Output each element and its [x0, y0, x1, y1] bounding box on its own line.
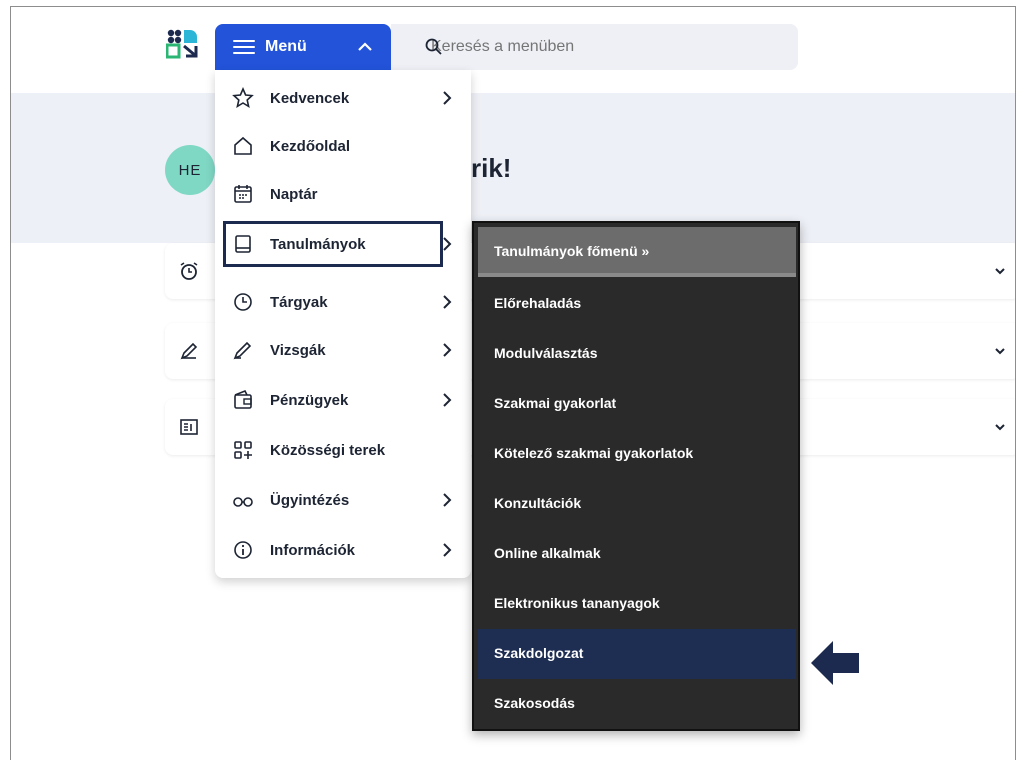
chevron-up-icon	[358, 42, 372, 51]
submenu-item-label: Előrehaladás	[494, 295, 582, 311]
submenu-item-label: Szakmai gyakorlat	[494, 395, 617, 411]
chevron-right-icon	[443, 343, 452, 357]
menu-item-targyak[interactable]: Tárgyak	[215, 278, 471, 326]
wallet-icon	[234, 389, 252, 409]
menu-item-label: Közösségi terek	[270, 441, 386, 459]
menu-item-penzugyek[interactable]: Pénzügyek	[215, 376, 471, 424]
submenu-item-label: Modulválasztás	[494, 345, 598, 361]
menu-item-label: Kezdőoldal	[270, 137, 351, 155]
clock-icon	[234, 293, 252, 311]
studies-submenu: Tanulmányok főmenü » Előrehaladás Modulv…	[472, 221, 800, 731]
menu-item-label: Tanulmányok	[270, 235, 366, 253]
submenu-item-szakdolgozat[interactable]: Szakdolgozat	[478, 629, 796, 679]
submenu-item-modulvalasztas[interactable]: Modulválasztás	[478, 329, 796, 379]
main-menu-dropdown: Kedvencek Kezdőoldal Naptár Tanulmányok …	[215, 70, 471, 578]
menu-item-ugyintezes[interactable]: Ügyintézés	[215, 476, 471, 524]
submenu-item-label: Elektronikus tananyagok	[494, 595, 660, 611]
submenu-item-label: Konzultációk	[494, 495, 582, 511]
app-logo[interactable]	[166, 29, 198, 59]
chevron-right-icon	[443, 237, 452, 251]
menu-item-naptar[interactable]: Naptár	[215, 170, 471, 218]
submenu-header-label: Tanulmányok főmenü »	[494, 243, 650, 259]
avatar[interactable]: HE	[165, 145, 215, 195]
home-icon	[234, 136, 252, 155]
menu-item-label: Kedvencek	[270, 89, 350, 107]
menu-item-informaciok[interactable]: Információk	[215, 526, 471, 574]
submenu-item-label: Szakdolgozat	[494, 645, 584, 661]
hamburger-icon	[233, 39, 255, 55]
search-icon	[425, 38, 442, 55]
menu-item-kozossegi-terek[interactable]: Közösségi terek	[215, 426, 471, 474]
calendar-icon	[234, 185, 252, 203]
menu-item-label: Pénzügyek	[270, 391, 349, 409]
submenu-item-elorehaladas[interactable]: Előrehaladás	[478, 279, 796, 329]
submenu-item-label: Kötelező szakmai gyakorlatok	[494, 445, 694, 461]
greeting-text: rik!	[471, 153, 512, 183]
alarm-clock-icon	[180, 262, 198, 280]
menu-item-kezdooldal[interactable]: Kezdőoldal	[215, 122, 471, 170]
chevron-right-icon	[443, 295, 452, 309]
submenu-item-elektronikus-tananyagok[interactable]: Elektronikus tananyagok	[478, 579, 796, 629]
star-icon	[232, 87, 254, 109]
glasses-icon	[233, 497, 253, 507]
menu-item-tanulmanyok[interactable]: Tanulmányok	[215, 220, 471, 268]
menu-item-label: Információk	[270, 541, 356, 559]
book-icon	[235, 235, 251, 253]
menu-item-label: Ügyintézés	[270, 491, 350, 509]
chevron-right-icon	[443, 543, 452, 557]
menu-item-label: Naptár	[270, 185, 318, 203]
top-bar: Menü	[11, 7, 1015, 93]
chevron-right-icon	[443, 393, 452, 407]
submenu-item-label: Szakosodás	[494, 695, 575, 711]
menu-item-vizsgak[interactable]: Vizsgák	[215, 326, 471, 374]
chevron-right-icon	[443, 493, 452, 507]
menu-search	[391, 24, 798, 70]
pen-icon	[233, 341, 252, 360]
pointer-arrow-icon	[811, 641, 859, 685]
submenu-item-szakosodas[interactable]: Szakosodás	[478, 679, 796, 729]
menu-button[interactable]: Menü	[215, 24, 391, 70]
submenu-item-kotelezo-szakmai-gyakorlatok[interactable]: Kötelező szakmai gyakorlatok	[478, 429, 796, 479]
chevron-right-icon	[443, 91, 452, 105]
info-icon	[234, 541, 252, 559]
menu-item-kedvencek[interactable]: Kedvencek	[215, 74, 471, 122]
chevron-down-icon	[995, 424, 1005, 431]
chevron-down-icon	[995, 268, 1005, 275]
document-icon	[180, 419, 198, 435]
menu-item-label: Vizsgák	[270, 341, 326, 359]
submenu-item-szakmai-gyakorlat[interactable]: Szakmai gyakorlat	[478, 379, 796, 429]
chevron-down-icon	[995, 348, 1005, 355]
pen-icon	[180, 342, 198, 360]
grid-plus-icon	[234, 441, 252, 459]
menu-item-label: Tárgyak	[270, 293, 328, 311]
submenu-item-label: Online alkalmak	[494, 545, 601, 561]
submenu-main-link[interactable]: Tanulmányok főmenü »	[478, 227, 796, 277]
menu-button-label: Menü	[265, 38, 307, 55]
app-frame: Menü HE rik!	[10, 6, 1016, 760]
submenu-item-konzultaciok[interactable]: Konzultációk	[478, 479, 796, 529]
menu-search-input[interactable]	[431, 38, 731, 56]
submenu-item-online-alkalmak[interactable]: Online alkalmak	[478, 529, 796, 579]
